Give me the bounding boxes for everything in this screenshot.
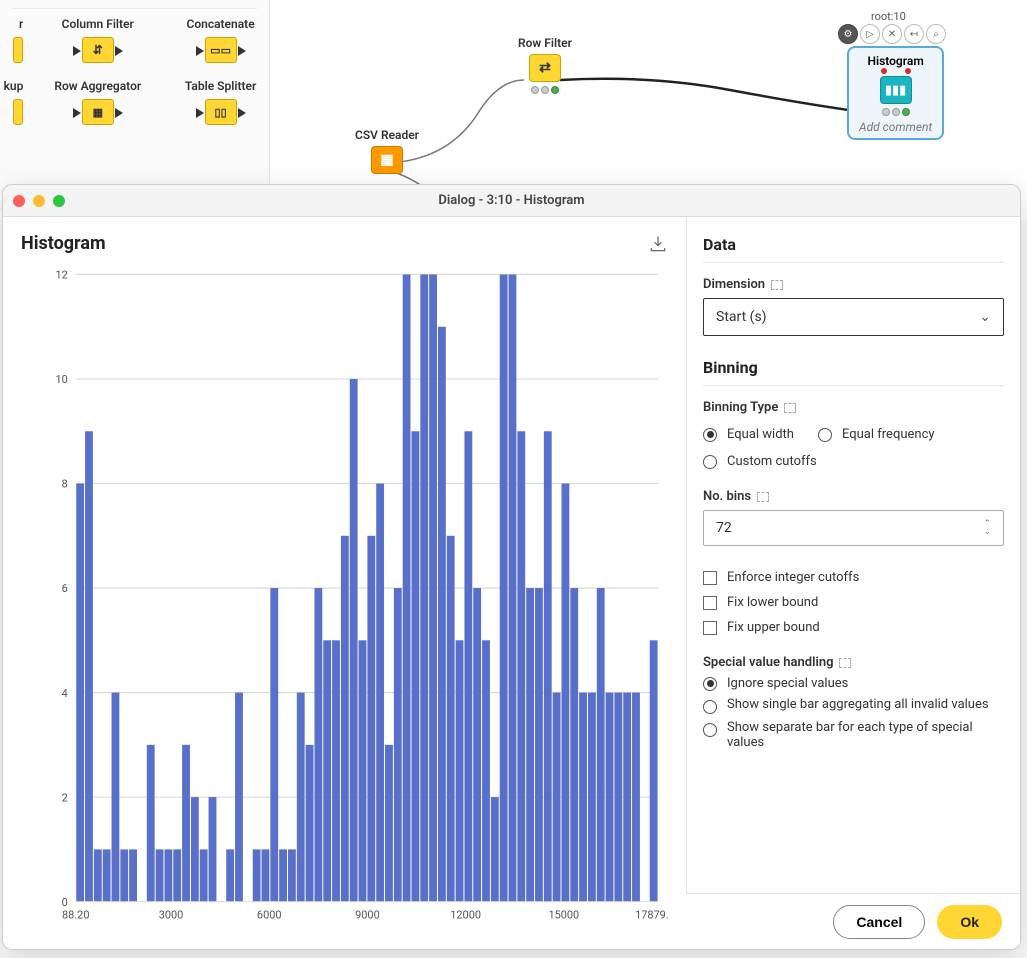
svg-text:10: 10 <box>55 373 67 386</box>
svg-text:3000: 3000 <box>159 908 184 921</box>
window-minimize-icon[interactable] <box>33 195 45 207</box>
dialog-title: Dialog - 3:10 - Histogram <box>3 193 1020 208</box>
spinner-down-icon[interactable]: ⌄ <box>983 528 991 536</box>
radio-icon <box>818 428 832 442</box>
radio-icon <box>703 677 717 691</box>
window-close-icon[interactable] <box>13 195 25 207</box>
node-reset-icon[interactable]: ↤ <box>904 24 924 44</box>
no-bins-input[interactable]: 72 ⌃ ⌄ <box>703 510 1004 546</box>
data-section-header: Data <box>703 235 1004 263</box>
palette-node-column-filter[interactable]: Column Filter ⇵ <box>49 17 146 63</box>
histogram-title: Histogram <box>21 233 106 254</box>
palette-partial-label: kup <box>4 79 23 93</box>
svg-text:12: 12 <box>55 268 67 281</box>
settings-pane[interactable]: Data Dimension Start (s) ⌄ Binning Binni… <box>686 217 1020 893</box>
no-bins-label: No. bins <box>703 489 1004 504</box>
node-config-icon[interactable]: ⚙ <box>838 24 858 44</box>
histogram-preview-pane: Histogram 0 2 4 6 8 10 12 88.20 3000 6000 9000 1200… <box>3 217 686 949</box>
add-comment-link[interactable]: Add comment <box>859 120 932 134</box>
radio-icon <box>703 723 717 737</box>
node-csv-reader[interactable]: CSV Reader ▦ <box>355 128 419 174</box>
checkbox-icon <box>703 621 717 635</box>
svg-text:15000: 15000 <box>548 908 579 921</box>
svg-text:6000: 6000 <box>257 908 282 921</box>
radio-icon <box>703 428 717 442</box>
checkbox-enforce-integer[interactable]: Enforce integer cutoffs <box>703 570 1004 585</box>
flow-var-icon[interactable] <box>757 492 769 502</box>
node-toolbar: ⚙ ▷ ✕ ↤ ⌕ <box>838 24 946 44</box>
chevron-down-icon: ⌄ <box>979 309 991 325</box>
checkbox-icon <box>703 596 717 610</box>
flow-var-icon[interactable] <box>839 658 851 668</box>
node-histogram[interactable]: Histogram ▮▮▮ Add comment <box>847 46 944 140</box>
radio-separate-special[interactable]: Show separate bar for each type of speci… <box>703 720 1004 750</box>
svg-text:17879.06: 17879.06 <box>635 908 668 921</box>
ok-button[interactable]: Ok <box>937 905 1002 939</box>
svg-text:9000: 9000 <box>355 908 380 921</box>
titlebar[interactable]: Dialog - 3:10 - Histogram <box>3 185 1020 217</box>
radio-ignore-special[interactable]: Ignore special values <box>703 676 1004 691</box>
download-icon[interactable] <box>648 234 668 254</box>
dimension-select[interactable]: Start (s) ⌄ <box>703 298 1004 336</box>
node-search-icon[interactable]: ⌕ <box>926 24 946 44</box>
window-maximize-icon[interactable] <box>53 195 65 207</box>
radio-icon <box>703 700 717 714</box>
special-handling-label: Special value handling <box>703 655 1004 670</box>
node-row-filter[interactable]: Row Filter ⇄ <box>518 36 572 94</box>
palette-node-row-aggregator[interactable]: Row Aggregator ▦ <box>49 79 146 125</box>
checkbox-fix-lower[interactable]: Fix lower bound <box>703 595 1004 610</box>
histogram-dialog: Dialog - 3:10 - Histogram Histogram 0 2 4 6… <box>2 184 1021 950</box>
cancel-button[interactable]: Cancel <box>833 905 925 939</box>
binning-type-label: Binning Type <box>703 400 1004 415</box>
svg-text:0: 0 <box>62 896 68 909</box>
radio-aggregate-special[interactable]: Show single bar aggregating all invalid … <box>703 697 1004 714</box>
palette-node-table-splitter[interactable]: Table Splitter ▯▯ <box>172 79 269 125</box>
flow-var-icon[interactable] <box>771 280 783 290</box>
radio-equal-width[interactable]: Equal width <box>703 427 794 442</box>
node-stop-icon[interactable]: ✕ <box>882 24 902 44</box>
root-label: root:10 <box>871 10 906 23</box>
flow-var-icon[interactable] <box>784 403 796 413</box>
palette-partial-label: r <box>19 17 23 31</box>
histogram-chart[interactable]: 0 2 4 6 8 10 12 88.20 3000 6000 9000 12000 15000 1787… <box>21 264 668 933</box>
svg-text:8: 8 <box>62 477 68 490</box>
node-palette: r Column Filter ⇵ Concatenate ▭▭ kup Row… <box>0 0 270 210</box>
svg-text:6: 6 <box>62 582 68 595</box>
dimension-label: Dimension <box>703 277 1004 292</box>
svg-text:4: 4 <box>62 687 69 700</box>
checkbox-icon <box>703 571 717 585</box>
svg-text:2: 2 <box>62 791 68 804</box>
dialog-button-bar: Cancel Ok <box>686 893 1020 949</box>
radio-custom-cutoffs[interactable]: Custom cutoffs <box>703 454 1004 469</box>
svg-text:88.20: 88.20 <box>62 908 89 921</box>
radio-equal-frequency[interactable]: Equal frequency <box>818 427 935 442</box>
palette-node-concatenate[interactable]: Concatenate ▭▭ <box>172 17 269 63</box>
radio-icon <box>703 455 717 469</box>
checkbox-fix-upper[interactable]: Fix upper bound <box>703 620 1004 635</box>
binning-section-header: Binning <box>703 358 1004 386</box>
svg-text:12000: 12000 <box>450 908 481 921</box>
node-play-icon[interactable]: ▷ <box>860 24 880 44</box>
